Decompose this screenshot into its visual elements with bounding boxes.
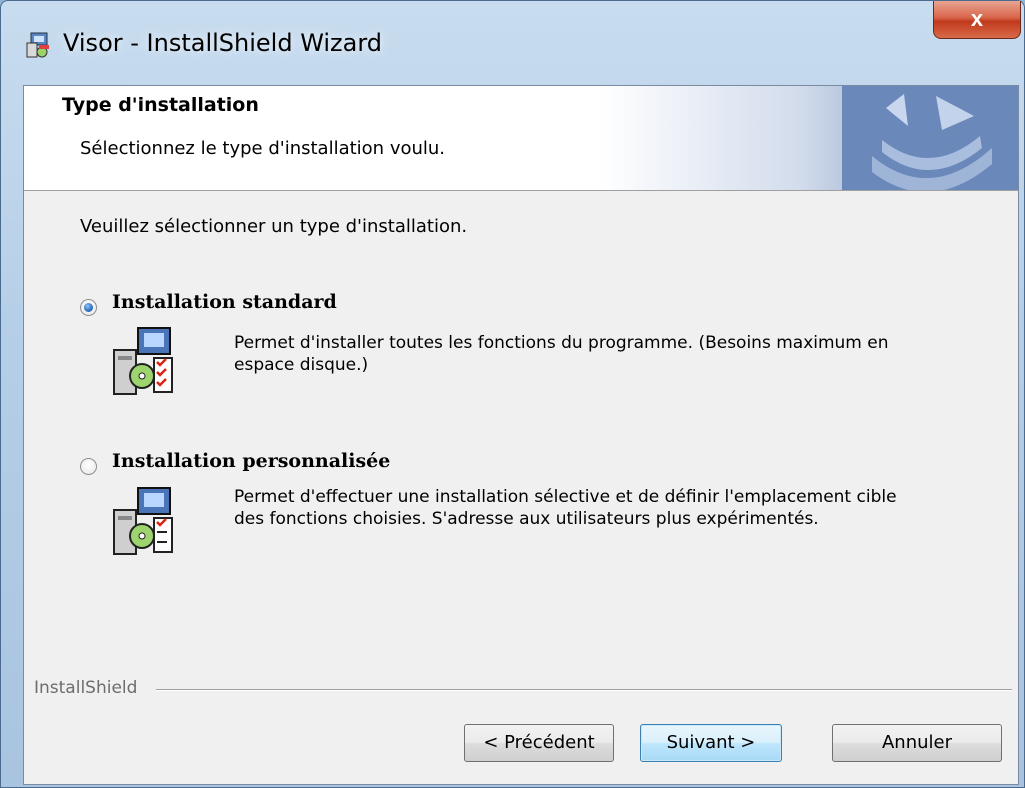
separator-line [156,689,1012,691]
installer-window: Visor - InstallShield Wizard x Type d'in… [0,0,1025,788]
option-custom-label[interactable]: Installation personnalisée [112,450,390,472]
option-standard-label[interactable]: Installation standard [112,291,337,313]
radio-custom[interactable] [80,458,97,475]
next-button[interactable]: Suivant > [640,724,782,762]
page-subtitle: Sélectionnez le type d'installation voul… [80,138,446,159]
option-custom-description: Permet d'effectuer une installation séle… [234,487,897,529]
installshield-logo-icon [842,86,1018,190]
installer-app-icon [26,32,49,58]
wizard-client-area: Type d'installation Sélectionnez le type… [23,85,1019,785]
option-standard-description: Permet d'installer toutes les fonctions … [234,333,889,375]
window-title: Visor - InstallShield Wizard [63,29,383,57]
radio-standard[interactable] [80,299,97,316]
page-title: Type d'installation [62,94,259,116]
brand-label: InstallShield [34,678,138,698]
setup-standard-icon [113,327,173,395]
back-button[interactable]: < Précédent [464,724,614,762]
close-button[interactable]: x [933,1,1021,39]
header-banner: Type d'installation Sélectionnez le type… [24,86,1018,191]
instruction-text: Veuillez sélectionner un type d'installa… [80,216,468,237]
cancel-button[interactable]: Annuler [832,724,1002,762]
brand-separator: InstallShield [24,678,1018,698]
setup-custom-icon [113,487,173,555]
title-bar[interactable]: Visor - InstallShield Wizard x [1,1,1024,85]
